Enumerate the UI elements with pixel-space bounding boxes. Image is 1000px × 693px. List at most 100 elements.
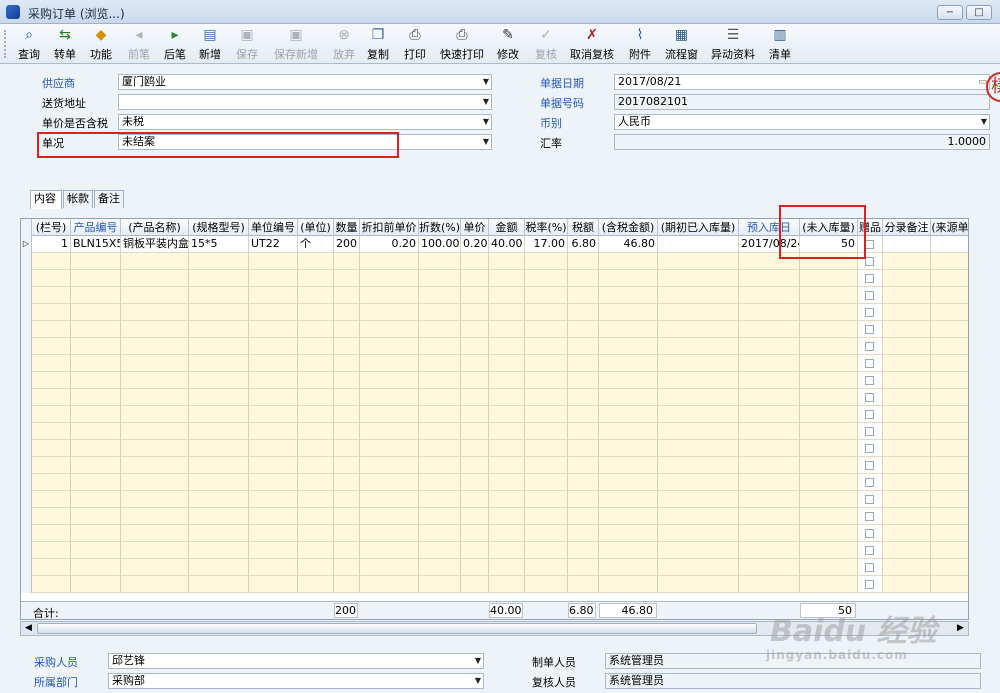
- empty-grid-cell[interactable]: [32, 423, 71, 440]
- empty-grid-cell[interactable]: [568, 355, 599, 372]
- empty-grid-cell[interactable]: [658, 321, 739, 338]
- empty-grid-cell[interactable]: [461, 253, 489, 270]
- empty-grid-cell[interactable]: [298, 287, 334, 304]
- empty-grid-cell[interactable]: [360, 559, 419, 576]
- empty-grid-cell[interactable]: [800, 287, 858, 304]
- empty-grid-cell[interactable]: [71, 304, 121, 321]
- row-indicator[interactable]: [21, 355, 32, 372]
- gift-checkbox[interactable]: [865, 257, 874, 266]
- grid-cell[interactable]: 46.80: [599, 236, 658, 253]
- empty-grid-cell[interactable]: [189, 576, 249, 593]
- empty-grid-cell[interactable]: [189, 253, 249, 270]
- empty-grid-cell[interactable]: [334, 559, 360, 576]
- empty-grid-cell[interactable]: [249, 287, 298, 304]
- empty-grid-cell[interactable]: [360, 406, 419, 423]
- empty-grid-cell[interactable]: [658, 304, 739, 321]
- empty-grid-cell[interactable]: [599, 304, 658, 321]
- empty-grid-cell[interactable]: [334, 457, 360, 474]
- empty-grid-cell[interactable]: [489, 491, 525, 508]
- gift-checkbox[interactable]: [865, 495, 874, 504]
- empty-grid-cell[interactable]: [419, 253, 461, 270]
- empty-grid-cell[interactable]: [931, 474, 968, 491]
- empty-grid-cell[interactable]: [525, 304, 568, 321]
- empty-grid-cell[interactable]: [489, 457, 525, 474]
- exchange-rate-field[interactable]: 1.0000: [614, 134, 990, 150]
- grid-cell[interactable]: 0.20: [360, 236, 419, 253]
- empty-grid-cell[interactable]: [525, 372, 568, 389]
- minimize-button[interactable]: −: [937, 5, 963, 20]
- empty-grid-cell[interactable]: [334, 474, 360, 491]
- empty-grid-cell[interactable]: [489, 440, 525, 457]
- buyer-field[interactable]: 邱艺锋 ▼: [108, 653, 484, 669]
- table-row[interactable]: [21, 355, 968, 372]
- empty-grid-cell[interactable]: [489, 525, 525, 542]
- empty-grid-cell[interactable]: [334, 304, 360, 321]
- empty-grid-cell[interactable]: [658, 406, 739, 423]
- empty-grid-cell[interactable]: [568, 525, 599, 542]
- empty-grid-cell[interactable]: [298, 423, 334, 440]
- empty-grid-cell[interactable]: [931, 542, 968, 559]
- empty-grid-cell[interactable]: [858, 304, 883, 321]
- row-indicator[interactable]: [21, 372, 32, 389]
- empty-grid-cell[interactable]: [883, 457, 931, 474]
- empty-grid-cell[interactable]: [568, 576, 599, 593]
- empty-grid-cell[interactable]: [419, 270, 461, 287]
- empty-grid-cell[interactable]: [32, 525, 71, 542]
- empty-grid-cell[interactable]: [298, 559, 334, 576]
- empty-grid-cell[interactable]: [858, 559, 883, 576]
- empty-grid-cell[interactable]: [249, 525, 298, 542]
- row-indicator[interactable]: [21, 253, 32, 270]
- table-row[interactable]: [21, 287, 968, 304]
- grid-cell[interactable]: 17.00: [525, 236, 568, 253]
- table-row[interactable]: [21, 423, 968, 440]
- empty-grid-cell[interactable]: [800, 372, 858, 389]
- toolbar-button-list[interactable]: ▥ 清单: [769, 27, 791, 61]
- empty-grid-cell[interactable]: [32, 559, 71, 576]
- empty-grid-cell[interactable]: [739, 338, 800, 355]
- tab-content[interactable]: 内容: [30, 190, 62, 209]
- table-row[interactable]: [21, 474, 968, 491]
- empty-grid-cell[interactable]: [71, 287, 121, 304]
- chevron-down-icon[interactable]: ▼: [483, 135, 489, 149]
- empty-grid-cell[interactable]: [334, 270, 360, 287]
- empty-grid-cell[interactable]: [32, 253, 71, 270]
- empty-grid-cell[interactable]: [334, 576, 360, 593]
- supplier-field[interactable]: 厦门鸥业 ▼: [118, 74, 492, 90]
- empty-grid-cell[interactable]: [883, 372, 931, 389]
- empty-grid-cell[interactable]: [121, 355, 189, 372]
- empty-grid-cell[interactable]: [249, 440, 298, 457]
- empty-grid-cell[interactable]: [419, 287, 461, 304]
- empty-grid-cell[interactable]: [360, 474, 419, 491]
- gift-checkbox[interactable]: [865, 580, 874, 589]
- empty-grid-cell[interactable]: [883, 440, 931, 457]
- empty-grid-cell[interactable]: [121, 372, 189, 389]
- toolbar-button-new[interactable]: ▤ 新增: [199, 27, 221, 61]
- empty-grid-cell[interactable]: [489, 338, 525, 355]
- empty-grid-cell[interactable]: [189, 423, 249, 440]
- empty-grid-cell[interactable]: [419, 389, 461, 406]
- table-row[interactable]: [21, 321, 968, 338]
- empty-grid-cell[interactable]: [32, 440, 71, 457]
- tab-account[interactable]: 帐款: [63, 190, 93, 208]
- table-row[interactable]: [21, 270, 968, 287]
- empty-grid-cell[interactable]: [599, 355, 658, 372]
- empty-grid-cell[interactable]: [121, 321, 189, 338]
- current-row-icon[interactable]: ▷: [21, 236, 32, 253]
- empty-grid-cell[interactable]: [931, 338, 968, 355]
- column-header[interactable]: 折数(%): [419, 219, 461, 236]
- empty-grid-cell[interactable]: [525, 559, 568, 576]
- empty-grid-cell[interactable]: [883, 474, 931, 491]
- empty-grid-cell[interactable]: [71, 491, 121, 508]
- empty-grid-cell[interactable]: [525, 287, 568, 304]
- empty-grid-cell[interactable]: [599, 440, 658, 457]
- empty-grid-cell[interactable]: [525, 338, 568, 355]
- column-header[interactable]: 数量: [334, 219, 360, 236]
- empty-grid-cell[interactable]: [525, 406, 568, 423]
- empty-grid-cell[interactable]: [189, 440, 249, 457]
- column-header[interactable]: 金额: [489, 219, 525, 236]
- empty-grid-cell[interactable]: [883, 389, 931, 406]
- empty-grid-cell[interactable]: [32, 338, 71, 355]
- row-indicator[interactable]: [21, 321, 32, 338]
- empty-grid-cell[interactable]: [489, 423, 525, 440]
- empty-grid-cell[interactable]: [121, 559, 189, 576]
